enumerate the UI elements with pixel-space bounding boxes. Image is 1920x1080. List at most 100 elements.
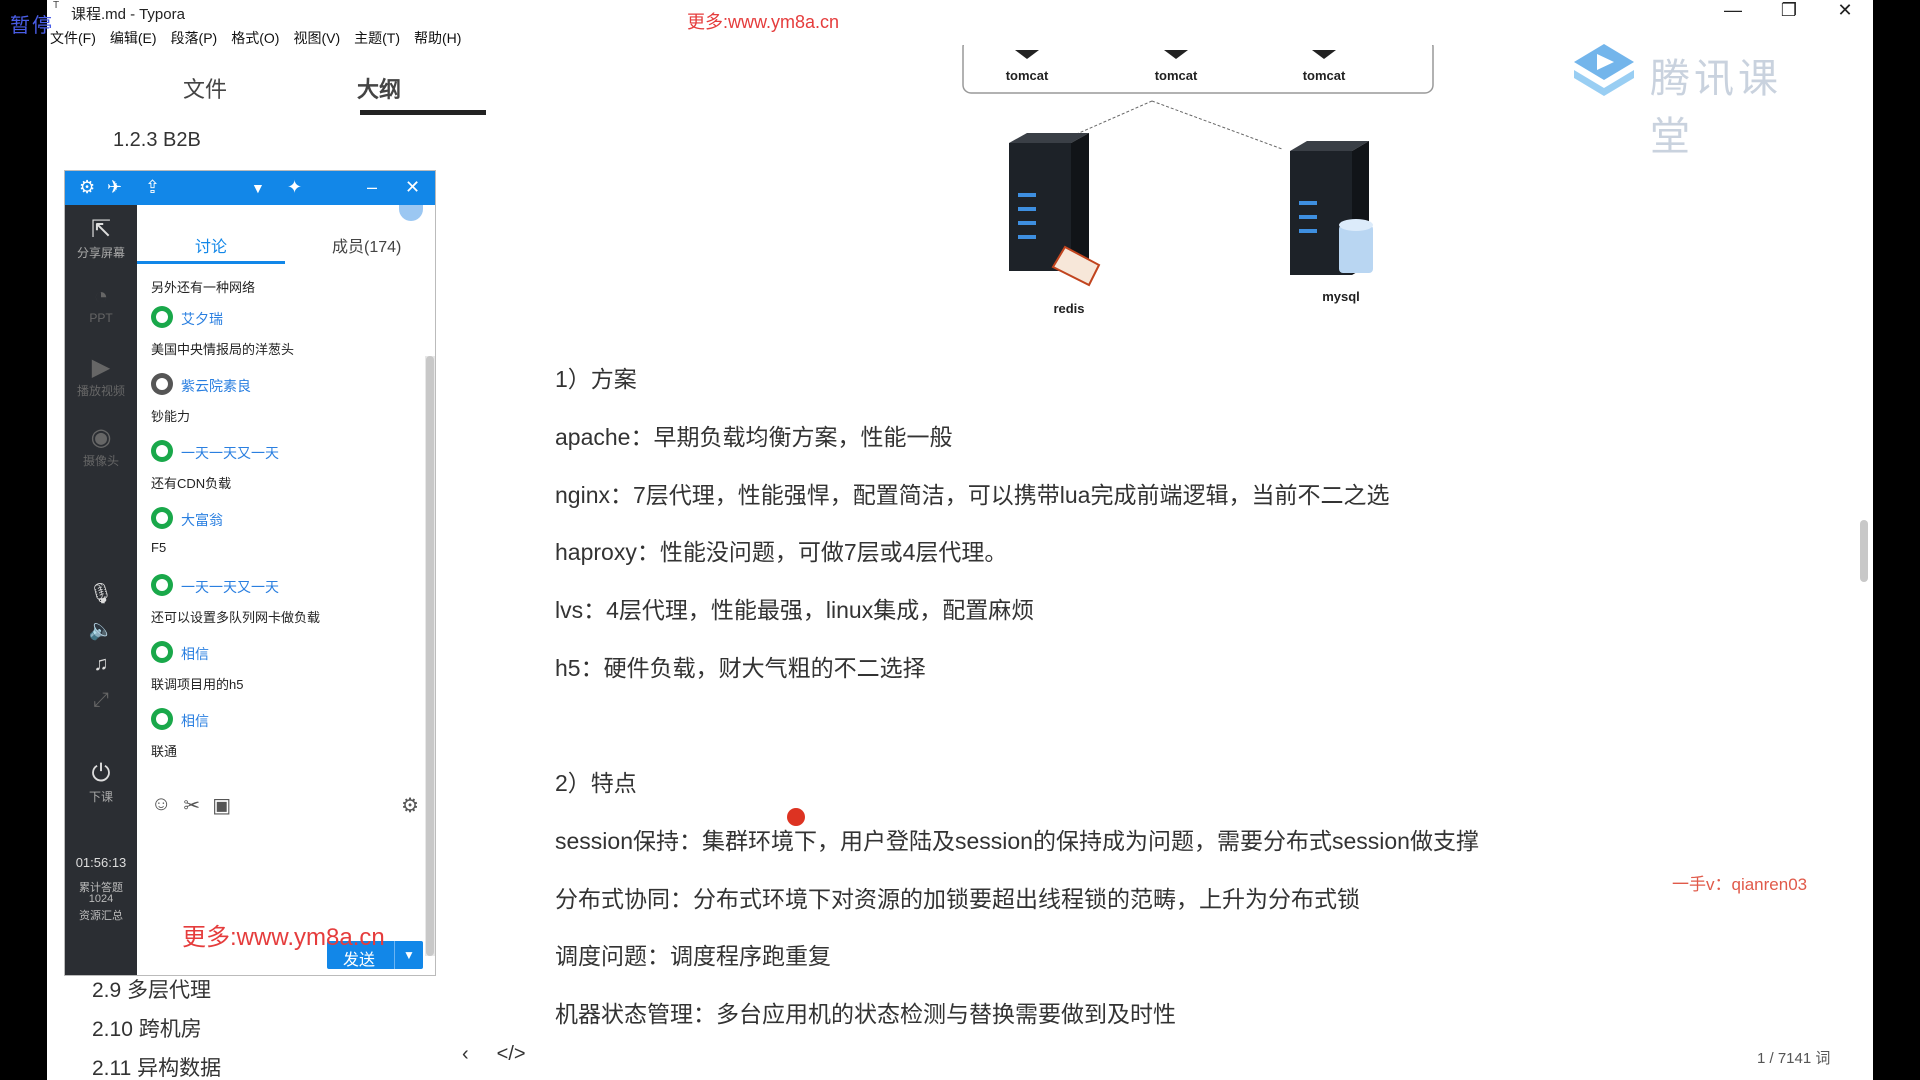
- sender-name[interactable]: 艾夕瑞: [181, 309, 223, 329]
- camera-button[interactable]: ◉ 摄像头: [65, 423, 137, 469]
- sender-name[interactable]: 相信: [181, 644, 209, 664]
- chevron-down-icon[interactable]: ▼: [394, 941, 423, 969]
- microphone-icon: 🎙: [88, 583, 114, 605]
- tomcat-arrow-icon: [1164, 50, 1188, 59]
- editor-scrollbar[interactable]: [1860, 520, 1868, 582]
- scissors-icon[interactable]: ✂: [183, 793, 200, 818]
- scrollbar-thumb[interactable]: [426, 356, 434, 956]
- settings-icon[interactable]: ⚙: [79, 177, 95, 198]
- minimize-icon[interactable]: –: [367, 177, 377, 198]
- stat-label-2: 资源汇总: [79, 910, 123, 922]
- share-screen-button[interactable]: ⇱ 分享屏幕: [65, 215, 137, 261]
- microphone-button[interactable]: 🎙: [65, 581, 137, 606]
- watermark-bottom: 更多:www.ym8a.cn: [182, 924, 385, 951]
- sender-name[interactable]: 紫云院素良: [181, 376, 251, 396]
- end-class-button[interactable]: ⏻ 下课: [65, 760, 137, 805]
- outline-item[interactable]: 2.10 跨机房: [92, 1013, 202, 1043]
- tab-underline: [360, 110, 486, 115]
- tab-files[interactable]: 文件: [183, 72, 227, 104]
- outline-item[interactable]: 2.9 多层代理: [92, 974, 211, 1004]
- sidebar-tabs: 文件 大纲: [137, 72, 486, 120]
- sender-name[interactable]: 一天一天又一天: [181, 443, 279, 463]
- speaker-icon: 🔈: [88, 619, 114, 641]
- class-timer: 01:56:13: [75, 855, 127, 870]
- outline-item[interactable]: 2.11 异构数据: [92, 1052, 221, 1080]
- plane-icon[interactable]: ✈: [107, 177, 122, 198]
- menu-paragraph[interactable]: 段落(P): [171, 28, 218, 48]
- architecture-diagram: tomcat tomcat tomcat redis mysql: [962, 45, 1434, 316]
- message-text: 还有CDN负载: [151, 476, 232, 491]
- music-icon: ♫: [93, 653, 109, 675]
- chat-scrollbar[interactable]: [425, 356, 435, 956]
- tencent-play-icon: [1574, 44, 1634, 96]
- wechat-avatar-icon: [151, 708, 173, 730]
- paragraph: apache：早期负载均衡方案，性能一般: [555, 424, 953, 450]
- speaker-button[interactable]: 🔈: [65, 617, 137, 642]
- menu-view[interactable]: 视图(V): [293, 28, 340, 48]
- tab-discussion[interactable]: 讨论: [195, 233, 227, 257]
- tab-members[interactable]: 成员(174): [332, 233, 401, 257]
- outline-item[interactable]: 1.2.3 B2B: [113, 129, 201, 152]
- wechat-avatar-icon: [151, 306, 173, 328]
- message-text: 联调项目用的h5: [151, 677, 244, 692]
- gear-icon[interactable]: ⚙: [401, 793, 419, 818]
- emoji-icon[interactable]: ☺: [151, 793, 171, 818]
- camera-icon: ◉: [90, 424, 112, 451]
- share-icon[interactable]: ⇪: [145, 177, 160, 198]
- pause-status: 暂停: [10, 15, 54, 37]
- source-code-mode-button[interactable]: </>: [497, 1043, 526, 1066]
- sender-name[interactable]: 大富翁: [181, 510, 223, 530]
- message-text: 联通: [151, 744, 178, 759]
- paragraph: session保持：集群环境下，用户登陆及session的保持成为问题，需要分布…: [555, 828, 1479, 854]
- redis-server-icon: [1009, 133, 1101, 287]
- panda-avatar-icon: [151, 373, 173, 395]
- chat-tabs: 讨论 成员(174): [137, 205, 435, 265]
- tencent-classroom-logo: 腾讯课堂: [1564, 40, 1824, 159]
- sender-name[interactable]: 一天一天又一天: [181, 577, 279, 597]
- message-text: 钞能力: [151, 409, 191, 424]
- connector-line: [1151, 100, 1283, 150]
- notification-icon[interactable]: [399, 205, 423, 221]
- contact-watermark: 一手v：qianren03: [1672, 875, 1808, 894]
- active-tab-indicator: [137, 261, 285, 264]
- tomcat-label: tomcat: [1006, 68, 1049, 83]
- wechat-avatar-icon: [151, 507, 173, 529]
- menu-file[interactable]: 文件(F): [50, 28, 96, 48]
- end-class-icon: ⏻: [91, 760, 111, 787]
- mysql-label: mysql: [1322, 289, 1360, 304]
- redis-label: redis: [1053, 301, 1084, 316]
- message-text: F5: [151, 540, 167, 555]
- toggle-sidebar-button[interactable]: ‹: [462, 1043, 469, 1066]
- close-button[interactable]: ✕: [1817, 0, 1873, 26]
- tab-outline[interactable]: 大纲: [357, 72, 401, 104]
- menu-theme[interactable]: 主题(T): [354, 28, 400, 48]
- dropdown-icon[interactable]: ▼: [251, 180, 265, 196]
- stat-value: 1024: [88, 893, 114, 905]
- paragraph: haproxy：性能没问题，可做7层或4层代理。: [555, 539, 1008, 565]
- tomcat-label: tomcat: [1155, 68, 1198, 83]
- menu-help[interactable]: 帮助(H): [414, 28, 461, 48]
- message-text: 还可以设置多队列网卡做负载: [151, 610, 321, 625]
- menu-format[interactable]: 格式(O): [231, 28, 279, 48]
- image-icon[interactable]: ▣: [212, 793, 231, 818]
- typora-window: T 课程.md - Typora — ❐ ✕ 文件(F) 编辑(E) 段落(P)…: [47, 0, 1873, 1080]
- video-icon: ▶: [91, 354, 111, 381]
- pin-icon[interactable]: ✦: [287, 177, 302, 198]
- tomcat-label: tomcat: [1303, 68, 1346, 83]
- word-count[interactable]: 1 / 7141 词: [1757, 1047, 1830, 1068]
- paragraph: nginx：7层代理，性能强悍，配置简洁，可以携带lua完成前端逻辑，当前不二之…: [555, 482, 1390, 508]
- tomcat-arrow-icon: [1312, 50, 1336, 59]
- music-button[interactable]: ♫: [65, 653, 137, 676]
- sender-name[interactable]: 相信: [181, 711, 209, 731]
- title-bar: T 课程.md - Typora — ❐ ✕: [47, 0, 1873, 26]
- maximize-button[interactable]: ❐: [1761, 0, 1817, 26]
- minimize-button[interactable]: —: [1705, 0, 1761, 26]
- play-video-button[interactable]: ▶ 播放视频: [65, 353, 137, 399]
- chat-header: ⚙ ✈ ⇪ ▼ ✦ – ✕: [65, 171, 435, 205]
- message-text: 美国中央情报局的洋葱头: [151, 342, 295, 357]
- fullscreen-button[interactable]: ⤢: [65, 689, 137, 712]
- menu-edit[interactable]: 编辑(E): [110, 28, 157, 48]
- close-icon[interactable]: ✕: [405, 177, 420, 198]
- paragraph: 分布式协同：分布式环境下对资源的加锁要超出线程锁的范畴，上升为分布式锁: [555, 886, 1360, 912]
- ppt-button[interactable]: ◔ PPT: [65, 283, 137, 325]
